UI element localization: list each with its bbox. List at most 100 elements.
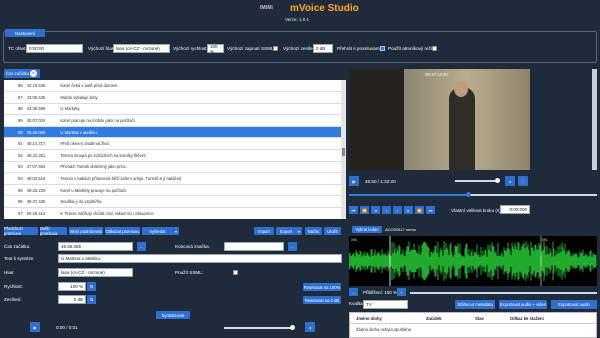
end-label: Koncová značka: <box>175 244 210 249</box>
video-play-icon[interactable]: ▶ <box>349 176 359 186</box>
download-meta-button[interactable]: Stáhnout metadata <box>455 300 495 309</box>
zoom-track[interactable] <box>410 292 597 294</box>
video-overlay-tc: 00:47:10:57 <box>425 72 449 77</box>
video-timeline-thumb[interactable] <box>466 192 471 197</box>
text-input[interactable]: U Martina v ateliéru. <box>58 254 342 263</box>
table-row[interactable]: 92 46:22.261 Tereza stoupá po schůdcích na… <box>4 149 341 162</box>
editor-volume-icon[interactable]: ◂ <box>305 322 315 332</box>
ssml-checkbox[interactable] <box>273 46 278 51</box>
row-number: 87 <box>4 91 25 104</box>
export-av-button[interactable]: Exportovat audio + video <box>499 300 547 309</box>
export-button[interactable]: Export <box>276 227 296 235</box>
zoom-out-icon[interactable]: – <box>349 288 358 296</box>
save-button[interactable]: Uložit <box>324 227 341 235</box>
editor-gain-input[interactable]: 0 dB <box>58 295 86 304</box>
table-row[interactable]: 91 46:14.717 Před oknem zatáhnul žlutí. <box>4 137 341 151</box>
editor-progress-thumb[interactable] <box>290 325 295 330</box>
table-row[interactable]: 97 50:29.414 K Tereze zaříhají chodit noví… <box>4 207 341 219</box>
start-set-icon[interactable]: ← <box>137 242 146 251</box>
quality-select[interactable]: TV <box>363 300 408 309</box>
row-time: 45:46.055 <box>24 126 59 139</box>
app-title: mVoice Studio <box>290 3 359 14</box>
link-utterance-button[interactable]: Odkázat promluvu <box>105 227 140 235</box>
import-button[interactable]: Import <box>254 227 274 235</box>
waveform-svg <box>349 236 597 286</box>
table-row[interactable]: 93 47:07.484 Přichází Tomáš oblečený jako … <box>4 161 341 174</box>
gain-stepper-icon[interactable]: ⇅ <box>87 295 96 304</box>
editor-play-icon[interactable]: ▶ <box>30 322 40 332</box>
synthesize-label: Syntetizovat <box>161 312 185 318</box>
table-row[interactable]: 95 49:25.229 Karel u Markéty pracuje na po… <box>4 184 341 197</box>
reset-gain-label: Resetovat na 0 dB <box>304 297 340 303</box>
import-label: Import <box>258 228 270 234</box>
export-audio-button[interactable]: Exportovat audio <box>551 300 597 309</box>
editor-speed-input[interactable]: 100 % <box>58 282 86 291</box>
waveform-tab[interactable]: Vybrat ledan <box>352 226 382 233</box>
forward-fast-icon[interactable]: ⏩ <box>415 206 424 214</box>
settings-toggle-button[interactable]: Nastavení <box>5 29 45 37</box>
table-row[interactable]: 89 45:07.034 Karel pracuje na mobilu jako … <box>4 114 341 127</box>
volume-thumb[interactable] <box>495 178 500 183</box>
jobs-empty-text: Žádná úloha nebyla spuštěna <box>356 327 411 332</box>
reset-gain-button[interactable]: Resetovat na 0 dB <box>303 296 341 304</box>
forward-icon[interactable]: ▸ <box>404 206 413 214</box>
skip-start-icon[interactable]: ⏮ <box>349 206 358 214</box>
row-number: 92 <box>4 149 25 162</box>
voice-select[interactable]: lana (cs-CZ - mrzoné) <box>113 44 170 53</box>
table-row[interactable]: 86 42:19.535 Karel čeká v autě před domem. <box>4 80 341 93</box>
search-button[interactable]: Vyhledat <box>142 227 173 235</box>
waveform[interactable]: 090 091 <box>349 236 597 286</box>
end-input[interactable] <box>224 242 284 251</box>
export-dropdown-icon[interactable]: ▾ <box>296 227 302 235</box>
skip-end-icon[interactable]: ⏭ <box>426 206 435 214</box>
video-player[interactable]: 00:47:10:57 <box>349 69 530 170</box>
rewind-icon[interactable]: ◂ <box>371 206 380 214</box>
video-time: 45:50 / 1:32:20 <box>365 179 396 184</box>
ssml-label: Výchozí zapnutí SSML: <box>227 46 275 51</box>
speed-stepper-icon[interactable]: ⇅ <box>87 282 96 291</box>
next-utterance-button[interactable]: Další promluva <box>40 226 67 236</box>
search-dropdown-icon[interactable]: ▾ <box>173 227 179 235</box>
end-set-icon[interactable]: ← <box>288 242 297 251</box>
subtitle-mode-checkbox[interactable] <box>432 46 437 51</box>
volume-track[interactable] <box>455 180 497 182</box>
row-text: Karel čeká v autě před domem. <box>58 80 341 93</box>
table-row[interactable]: 94 49:03.518 Tereza v bakách přinesená běž… <box>4 172 341 185</box>
zoom-in-icon[interactable]: + <box>397 288 406 296</box>
pause-checkbox[interactable] <box>380 46 385 51</box>
prev-utterance-button[interactable]: Předchozí promluva <box>4 226 38 236</box>
step-forward-icon[interactable]: › <box>393 206 402 214</box>
start-input[interactable]: 45:46.055 <box>58 242 133 251</box>
reset-speed-button[interactable]: Resetovat na 100% <box>303 283 341 291</box>
rewind-fast-icon[interactable]: ⏪ <box>360 206 369 214</box>
hide-details-button[interactable]: Skrýt podrobnosti <box>69 227 103 235</box>
step-back-icon[interactable]: ‹ <box>382 206 391 214</box>
editor-voice-select[interactable]: lana (cs-CZ - mrzoné) <box>58 268 133 277</box>
list-scrollbar-thumb[interactable] <box>342 148 345 156</box>
table-row[interactable]: 88 44:36.596 U Markéty. <box>4 103 341 116</box>
table-row[interactable]: 96 49:37.435 Soušká ji do vzpětí/hu. <box>4 195 341 209</box>
video-mute-icon[interactable]: ◂ <box>505 176 515 186</box>
row-time: 49:37.435 <box>24 195 59 209</box>
editor-progress-track[interactable] <box>224 327 292 329</box>
video-person-head <box>454 81 468 97</box>
fullscreen-icon[interactable]: ⛶ <box>518 176 528 186</box>
row-text: U Martina v ateliéru. <box>58 126 341 139</box>
speed-input[interactable]: 100 % <box>207 44 224 54</box>
export-audio-label: Exportovat audio <box>558 302 590 307</box>
utterance-list[interactable]: 86 42:19.535 Karel čeká v autě před domem.… <box>4 80 341 219</box>
tc-start-input[interactable]: 0:00:00 <box>26 44 83 53</box>
filter-clear-icon[interactable]: × <box>30 70 37 77</box>
row-text: U Markéty. <box>58 103 341 116</box>
step-size-input[interactable]: 0:00:000 <box>500 205 530 214</box>
table-row[interactable]: 87 43:05.535 Martin vybaluje boty. <box>4 91 341 104</box>
gain-input[interactable]: 0 dB <box>313 44 333 53</box>
table-row[interactable]: 90 45:46.055 U Martina v ateliéru. <box>4 126 341 139</box>
waveform-label-091: 091 <box>542 238 548 242</box>
row-number: 93 <box>4 161 25 174</box>
speed-label: Výchozí rychlost: <box>173 46 208 51</box>
synthesize-button[interactable]: Syntetizovat <box>156 311 190 319</box>
load-button[interactable]: Načíst <box>305 227 322 235</box>
editor-ssml-checkbox[interactable] <box>233 270 238 275</box>
video-scrollbar[interactable] <box>592 69 597 170</box>
